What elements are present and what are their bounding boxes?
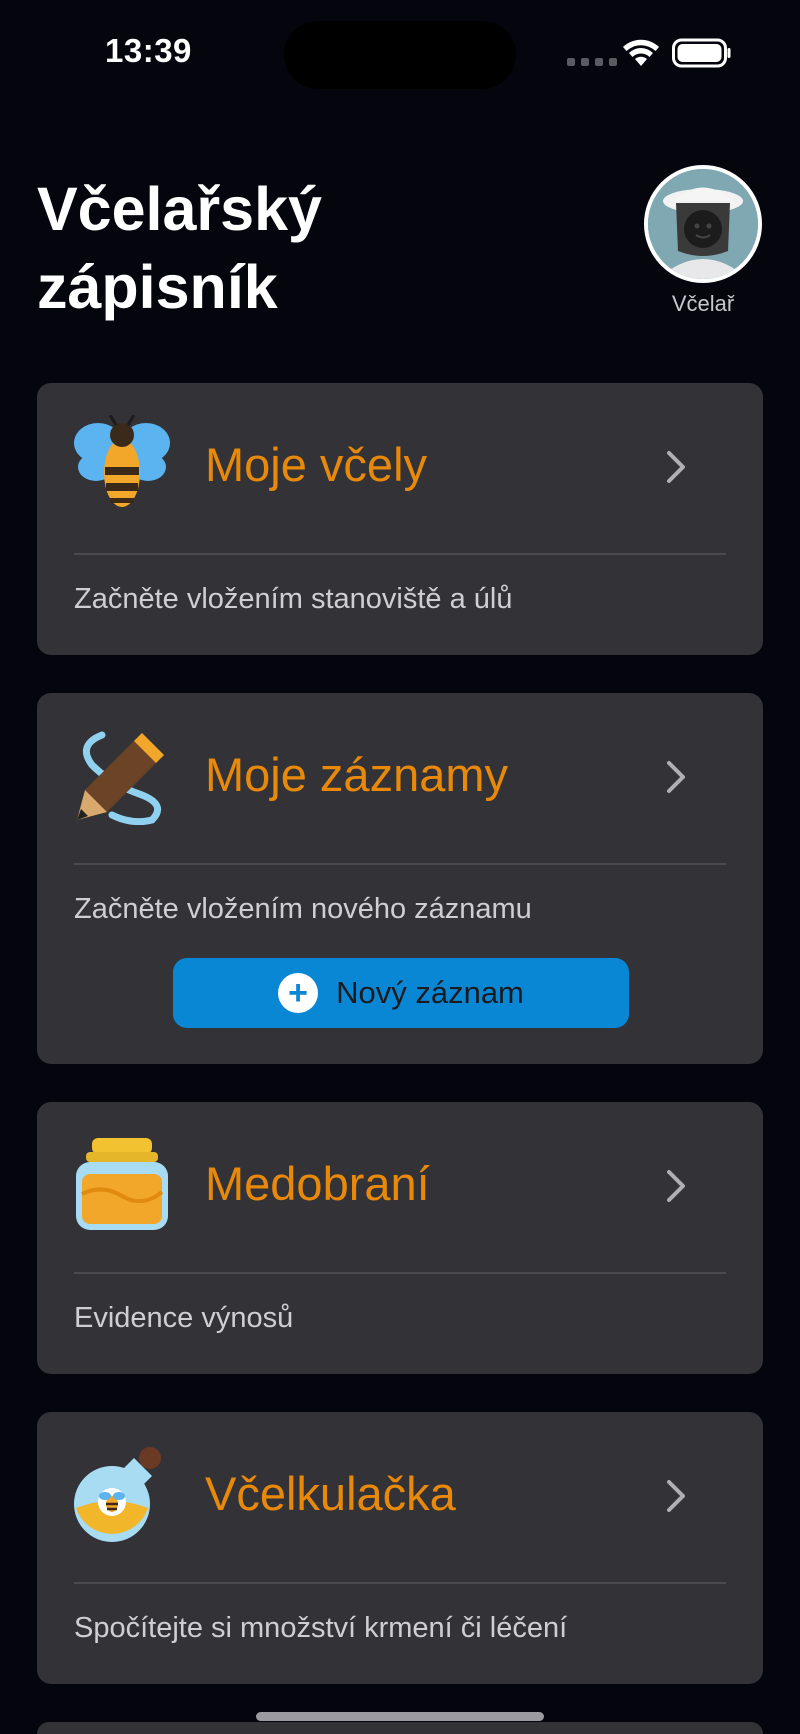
home-indicator[interactable] (256, 1712, 544, 1721)
status-bar: 13:39 (0, 0, 800, 110)
card-my-bees[interactable]: Moje včely Začněte vložením stanoviště a… (37, 383, 763, 655)
card-description: Evidence výnosů (74, 1302, 294, 1334)
card-my-records[interactable]: Moje záznamy Začněte vložením nového záz… (37, 693, 763, 1064)
card-description: Začněte vložením nového záznamu (74, 893, 532, 925)
card-bee-calculator[interactable]: Včelkulačka Spočítejte si množství krmen… (37, 1412, 763, 1684)
card-title: Moje včely (205, 438, 428, 491)
bee-icon (74, 415, 170, 507)
card-description: Spočítejte si množství krmení či léčení (74, 1612, 568, 1644)
chevron-right-icon[interactable] (665, 1168, 689, 1204)
chevron-right-icon[interactable] (665, 449, 689, 485)
divider (74, 1582, 726, 1584)
card-title: Medobraní (205, 1157, 430, 1210)
chevron-right-icon[interactable] (665, 1478, 689, 1514)
cellular-signal-icon (567, 58, 617, 66)
honey-jar-icon (76, 1138, 168, 1230)
battery-icon (672, 38, 731, 68)
page-title: Včelařský zápisník (37, 175, 322, 321)
chevron-right-icon[interactable] (665, 759, 689, 795)
wifi-icon (623, 39, 659, 66)
avatar[interactable] (644, 165, 762, 283)
new-record-label: Nový záznam (336, 975, 524, 1010)
divider (74, 1272, 726, 1274)
new-record-button[interactable]: + Nový záznam (173, 958, 629, 1028)
card-partial[interactable] (37, 1722, 763, 1734)
card-title: Včelkulačka (205, 1467, 456, 1520)
potion-bottle-icon (74, 1447, 161, 1542)
plus-icon: + (278, 973, 319, 1013)
divider (74, 553, 726, 555)
status-time: 13:39 (105, 32, 192, 69)
avatar-label: Včelař (671, 291, 735, 316)
divider (74, 863, 726, 865)
card-title: Moje záznamy (205, 748, 508, 801)
card-honey-harvest[interactable]: Medobraní Evidence výnosů (37, 1102, 763, 1374)
pencil-icon (77, 731, 164, 825)
dynamic-island (284, 21, 516, 89)
profile[interactable]: Včelař (644, 165, 762, 317)
card-description: Začněte vložením stanoviště a úlů (74, 583, 513, 615)
beekeeper-icon (648, 169, 758, 279)
